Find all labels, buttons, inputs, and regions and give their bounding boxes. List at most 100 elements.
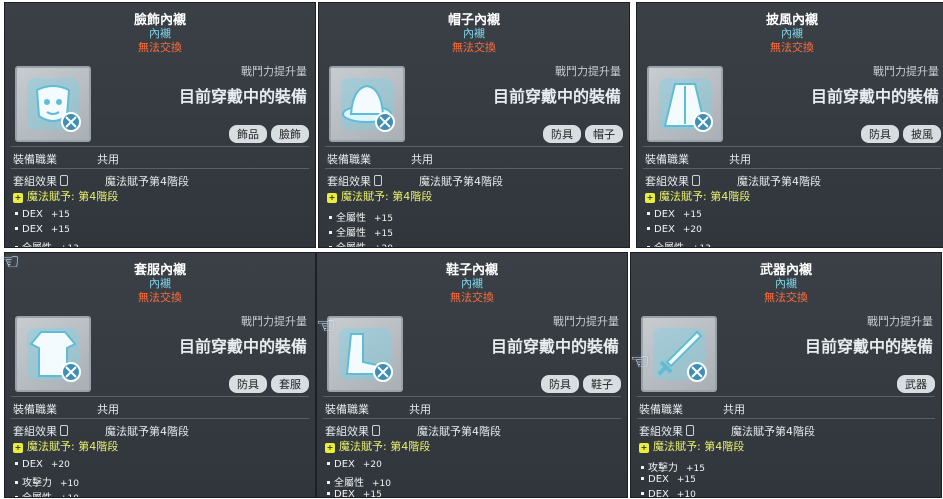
stat-line: DEX +15 (647, 209, 702, 220)
stat-name: DEX (654, 224, 675, 235)
currently-equipped-text: 目前穿戴中的裝備 (178, 337, 307, 356)
stat-name: 全屬性 (22, 243, 52, 247)
currently-equipped-text: 目前穿戴中的裝備 (178, 87, 307, 106)
divider (11, 396, 309, 397)
stat-value: +20 (682, 225, 702, 235)
stat-line: 全屬性 +15 (329, 209, 393, 224)
magic-enchant-label: 魔法賦予: 第4階段 (27, 190, 119, 203)
no-trade-label: 無法交換 (138, 41, 182, 54)
stat-value: +15 (374, 229, 393, 239)
job-row: 裝備職業 共用 (645, 151, 751, 167)
overall-icon (27, 328, 81, 382)
magic-enchant-row: + 魔法賦予: 第4階段 (639, 438, 744, 454)
stat-value: +15 (686, 464, 705, 474)
stat-name: 全屬性 (654, 243, 684, 247)
job-value: 共用 (723, 403, 745, 416)
stat-value: +10 (60, 479, 79, 489)
item-tooltip-panel: 套服內襯 內襯 無法交換 戰鬥力提升量 目前穿戴中的裝備 防具 套服 裝備職業 共用 套組效果 魔法… (4, 252, 316, 498)
magic-enchant-row: + 魔法賦予: 第4階段 (327, 188, 432, 204)
item-icon-frame (329, 66, 405, 142)
set-effect-label: 套組效果 (327, 175, 371, 188)
category-tags: 飾品 臉飾 (229, 125, 309, 143)
enchant-icon: + (327, 193, 337, 203)
set-effect-icon (374, 175, 382, 186)
item-icon-frame (327, 316, 403, 392)
stat-value: +15 (676, 475, 696, 485)
category-tag: 臉飾 (271, 125, 309, 143)
currently-equipped-text: 目前穿戴中的裝備 (810, 87, 939, 106)
stat-name: DEX (654, 209, 675, 220)
hand-cursor-icon: ☜ (316, 314, 336, 339)
divider (637, 396, 935, 397)
hand-cursor-icon: ☜ (630, 350, 650, 375)
set-effect-label: 套組效果 (13, 175, 57, 188)
category-tag: 防具 (229, 375, 267, 393)
stat-name: DEX (22, 459, 43, 470)
stat-value: +10 (676, 490, 696, 498)
stat-value: +15 (362, 490, 382, 498)
job-row: 裝備職業 共用 (327, 151, 433, 167)
stat-line: DEX +15 (327, 489, 382, 498)
set-effect-value: 魔法賦予第4階段 (731, 425, 815, 438)
job-label: 裝備職業 (645, 153, 689, 166)
category-tag: 防具 (541, 375, 579, 393)
magic-enchant-row: + 魔法賦予: 第4階段 (645, 188, 750, 204)
stat-line: DEX +15 (641, 474, 696, 485)
set-effect-row: 套組效果 魔法賦予第4階段 (13, 173, 189, 189)
stat-value: +13 (60, 244, 79, 247)
divider (325, 146, 623, 147)
stat-name: DEX (334, 459, 355, 470)
no-trade-label: 無法交換 (764, 291, 808, 304)
enchant-icon: + (13, 193, 23, 203)
stat-name: 全屬性 (336, 243, 366, 247)
stat-line: DEX +15 (15, 209, 70, 220)
set-effect-icon (60, 175, 68, 186)
divider (325, 168, 623, 169)
stat-name: DEX (334, 489, 355, 498)
set-effect-icon (60, 425, 68, 436)
enchant-icon: + (645, 193, 655, 203)
job-value: 共用 (411, 153, 433, 166)
weapon-icon (653, 328, 707, 382)
face-mask-icon (27, 78, 81, 132)
item-icon-frame (15, 316, 91, 392)
magic-enchant-label: 魔法賦予: 第4階段 (659, 190, 751, 203)
no-trade-label: 無法交換 (138, 291, 182, 304)
stat-value: +15 (374, 214, 393, 224)
job-label: 裝備職業 (327, 153, 371, 166)
job-value: 共用 (409, 403, 431, 416)
hand-cursor-icon: ☜ (0, 250, 20, 275)
category-tag: 披風 (903, 125, 941, 143)
job-value: 共用 (729, 153, 751, 166)
magic-enchant-row: + 魔法賦予: 第4階段 (13, 438, 118, 454)
category-tags: 武器 (897, 375, 935, 393)
category-tags: 防具 套服 (229, 375, 309, 393)
category-tags: 防具 披風 (861, 125, 941, 143)
divider (323, 396, 621, 397)
stat-line: 攻擊力 +15 (641, 459, 705, 474)
shoes-icon (339, 328, 393, 382)
divider (11, 418, 309, 419)
set-effect-label: 套組效果 (639, 425, 683, 438)
category-tag: 飾品 (229, 125, 267, 143)
magic-enchant-label: 魔法賦予: 第4階段 (341, 190, 433, 203)
category-tags: 防具 鞋子 (541, 375, 621, 393)
stat-line: 全屬性 +20 (329, 239, 393, 247)
power-increase-label: 戰鬥力提升量 (553, 315, 619, 328)
magic-enchant-label: 魔法賦予: 第4階段 (339, 440, 431, 453)
set-effect-row: 套組效果 魔法賦予第4階段 (325, 423, 501, 439)
set-effect-icon (692, 175, 700, 186)
category-tag: 武器 (897, 375, 935, 393)
currently-equipped-text: 目前穿戴中的裝備 (492, 87, 621, 106)
magic-enchant-row: + 魔法賦予: 第4階段 (325, 438, 430, 454)
enchant-icon: + (325, 443, 335, 453)
set-effect-row: 套組效果 魔法賦予第4階段 (13, 423, 189, 439)
stat-name: DEX (22, 224, 43, 235)
item-tooltip-panel: 帽子內襯 內襯 無法交換 戰鬥力提升量 目前穿戴中的裝備 防具 帽子 裝備職業 共用 套組效果 魔法… (318, 2, 630, 248)
stat-line: DEX +15 (15, 224, 70, 235)
job-value: 共用 (97, 153, 119, 166)
hat-icon (341, 78, 395, 132)
divider (637, 418, 935, 419)
set-effect-value: 魔法賦予第4階段 (737, 175, 821, 188)
magic-enchant-label: 魔法賦予: 第4階段 (27, 440, 119, 453)
